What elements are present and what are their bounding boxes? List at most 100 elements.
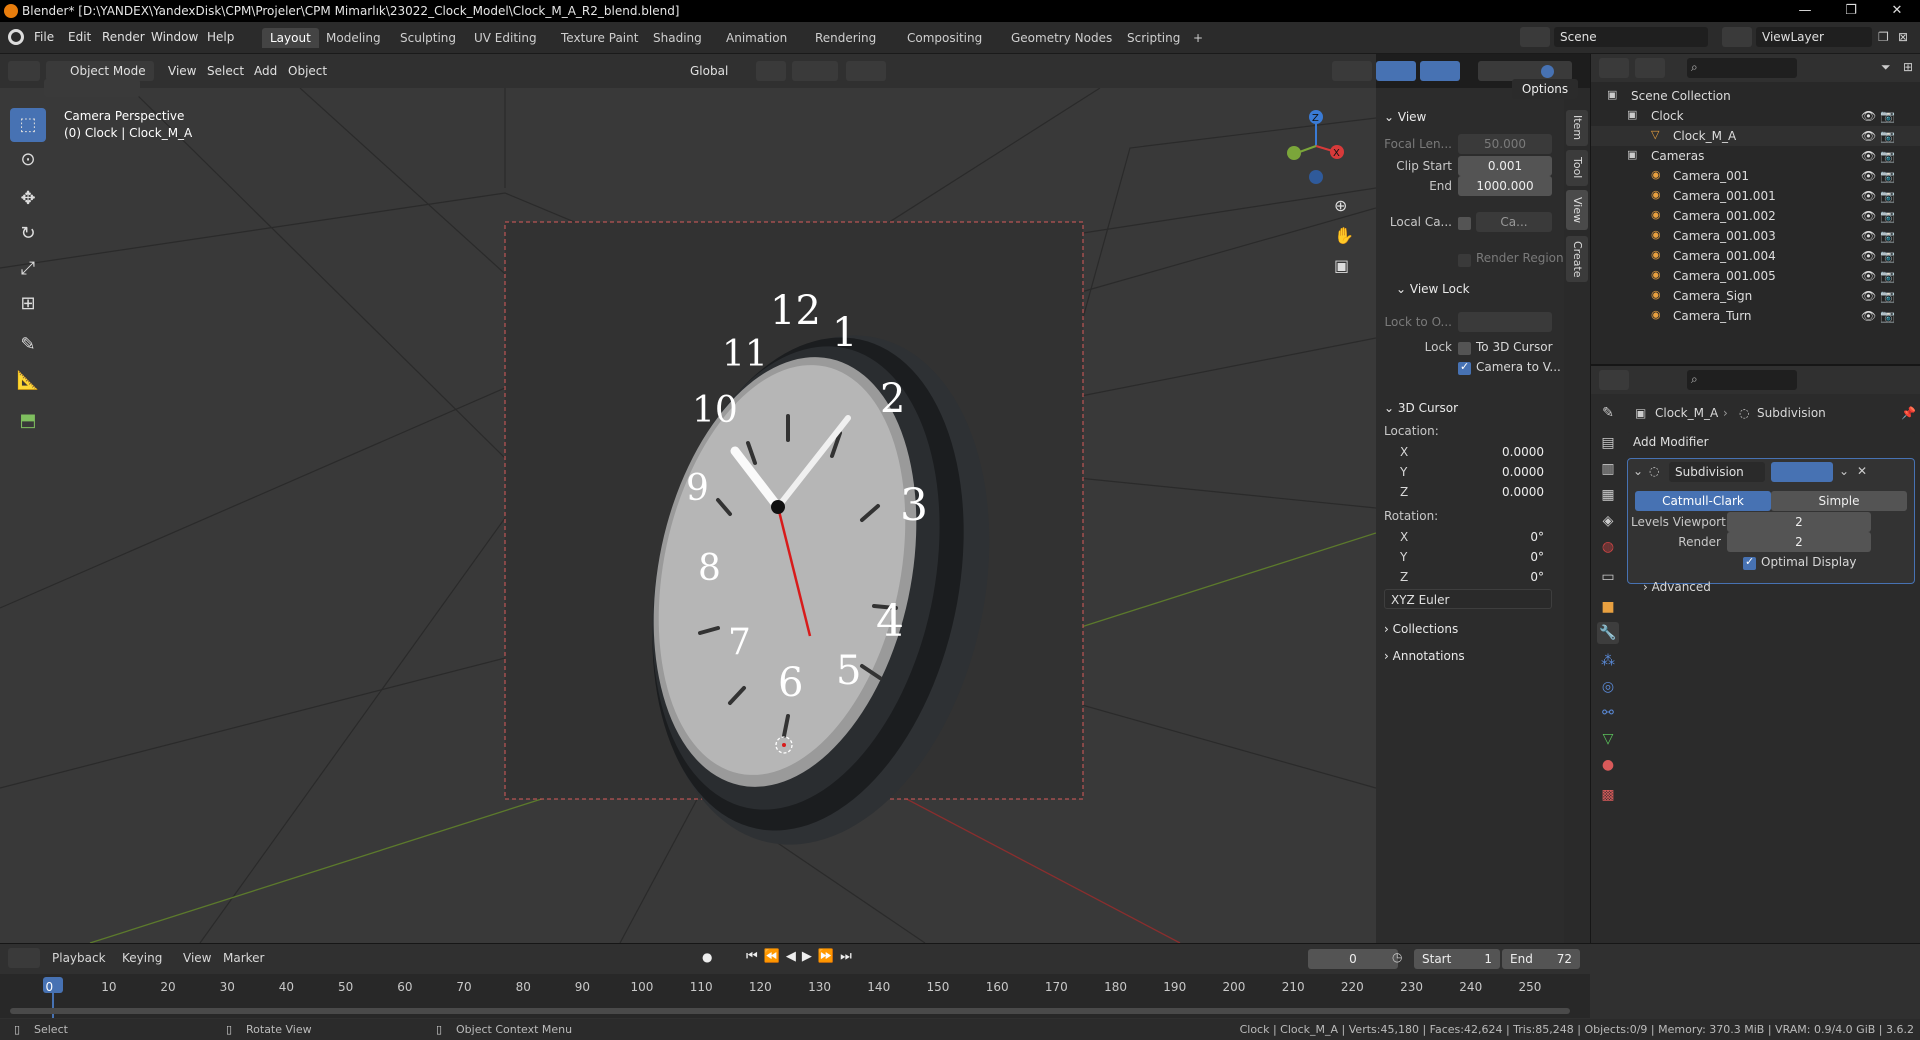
menu-keying[interactable]: Keying	[122, 951, 162, 965]
collection-properties-icon[interactable]: ▭	[1597, 566, 1619, 588]
cursor-x-field[interactable]: 0.0000	[1384, 442, 1552, 462]
menu-timeline-view[interactable]: View	[183, 951, 211, 965]
cursor-rot-x-field[interactable]: 0°	[1384, 527, 1552, 547]
output-properties-icon[interactable]: ▥	[1597, 458, 1619, 480]
outliner-editor-type-icon[interactable]	[1599, 58, 1629, 78]
clip-end-field[interactable]: 1000.000	[1458, 176, 1552, 196]
tab-create[interactable]: Create	[1566, 236, 1588, 282]
add-workspace-button[interactable]: +	[1185, 28, 1211, 48]
menu-marker[interactable]: Marker	[223, 951, 264, 965]
remove-view-layer-icon[interactable]: ⊠	[1898, 30, 1908, 44]
3d-cursor-header[interactable]: ⌄ 3D Cursor	[1384, 397, 1458, 419]
collapse-chevron-icon[interactable]: ⌄	[1633, 464, 1643, 478]
advanced-subpanel-header[interactable]: › Advanced	[1643, 580, 1711, 594]
tool-properties-icon[interactable]: ✎	[1597, 402, 1619, 424]
close-window-button[interactable]: ✕	[1874, 0, 1920, 22]
proportional-edit-icon[interactable]	[846, 61, 886, 81]
catmull-clark-button[interactable]: Catmull-Clark	[1635, 491, 1771, 511]
tab-layout[interactable]: Layout	[262, 28, 319, 48]
current-frame-field[interactable]: 0	[1308, 949, 1398, 969]
visibility-toggles[interactable]: 👁 📷 👁 📷 👁 📷 👁 📷 👁 📷 👁 📷 👁 📷 👁 📷 👁 📷 👁 📷 👁 📷	[1861, 106, 1920, 326]
texture-properties-icon[interactable]: ▩	[1597, 784, 1619, 806]
world-properties-icon[interactable]: ◍	[1597, 536, 1619, 558]
snap-icon[interactable]	[792, 61, 838, 81]
tab-shading[interactable]: Shading	[645, 28, 710, 48]
render-levels-field[interactable]: 2	[1727, 532, 1871, 552]
orientation-dropdown[interactable]: Global	[672, 61, 746, 81]
tab-animation[interactable]: Animation	[718, 28, 795, 48]
scene-selector-icon[interactable]	[1520, 27, 1550, 47]
particles-properties-icon[interactable]: ⁂	[1597, 650, 1619, 672]
new-view-layer-icon[interactable]: ❐	[1878, 30, 1889, 44]
properties-editor-type-icon[interactable]	[1599, 370, 1629, 390]
rotation-mode-dropdown[interactable]: XYZ Euler	[1384, 589, 1552, 609]
outliner-search-input[interactable]	[1687, 58, 1797, 78]
annotate-tool-icon[interactable]: ✎	[10, 328, 46, 362]
lock-to-object-field[interactable]	[1458, 312, 1552, 332]
view-layer-field[interactable]: ViewLayer	[1756, 27, 1872, 47]
data-properties-icon[interactable]: ▽	[1597, 728, 1619, 750]
rotate-tool-icon[interactable]: ↻	[10, 217, 46, 251]
mode-dropdown[interactable]: Object Mode	[46, 61, 154, 81]
tab-uv-editing[interactable]: UV Editing	[466, 28, 545, 48]
menu-playback[interactable]: Playback	[52, 951, 106, 965]
display-mode-icon[interactable]	[1635, 58, 1665, 78]
menu-render[interactable]: Render	[102, 30, 145, 44]
maximize-button[interactable]: ❐	[1828, 0, 1874, 22]
cursor-rot-z-field[interactable]: 0°	[1384, 567, 1552, 587]
playback-controls[interactable]: ⏮⏪◀▶⏩⏭	[746, 949, 858, 964]
menu-help[interactable]: Help	[207, 30, 234, 44]
move-tool-icon[interactable]: ✥	[10, 182, 46, 216]
view-section-header[interactable]: ⌄ View	[1384, 106, 1426, 128]
lock-to-cursor-checkbox[interactable]	[1458, 342, 1471, 355]
tab-sculpting[interactable]: Sculpting	[392, 28, 464, 48]
view-layer-properties-icon[interactable]: ▦	[1597, 484, 1619, 506]
levels-viewport-field[interactable]: 2	[1727, 512, 1871, 532]
camera-view-icon[interactable]: ▣	[1334, 256, 1349, 275]
pin-icon[interactable]: 📌	[1901, 406, 1916, 420]
tab-geometry-nodes[interactable]: Geometry Nodes	[1003, 28, 1120, 48]
menu-object[interactable]: Object	[288, 61, 327, 81]
menu-window[interactable]: Window	[151, 30, 198, 44]
add-modifier-dropdown[interactable]: Add Modifier	[1627, 432, 1915, 452]
material-preview-icon[interactable]	[1541, 65, 1554, 78]
editor-type-icon[interactable]	[8, 61, 40, 81]
render-properties-icon[interactable]: ▤	[1597, 432, 1619, 454]
collections-section-header[interactable]: › Collections	[1384, 618, 1458, 640]
cursor-rot-y-field[interactable]: 0°	[1384, 547, 1552, 567]
filter-icon[interactable]: ⏷	[1881, 60, 1891, 75]
transform-tool-icon[interactable]: ⊞	[10, 287, 46, 321]
menu-add[interactable]: Add	[254, 61, 277, 81]
clip-start-field[interactable]: 0.001	[1458, 156, 1552, 176]
end-frame-field[interactable]: End 72	[1502, 949, 1580, 969]
render-region-checkbox[interactable]	[1458, 254, 1471, 267]
new-collection-icon[interactable]: ⊞	[1903, 60, 1913, 74]
start-frame-field[interactable]: Start 1	[1414, 949, 1500, 969]
annotations-section-header[interactable]: › Annotations	[1384, 645, 1465, 667]
minimize-button[interactable]: —	[1782, 0, 1828, 22]
pan-hand-icon[interactable]: ✋	[1334, 226, 1354, 245]
auto-keying-icon[interactable]: ●	[702, 950, 712, 964]
tab-view[interactable]: View	[1566, 190, 1588, 230]
modifier-properties-icon[interactable]: 🔧	[1597, 622, 1619, 644]
3d-viewport[interactable]: 12 1 2 3 4 5 6 7 8 9 10 11 Camera Perspe…	[0, 88, 1376, 943]
optimal-display-checkbox[interactable]	[1743, 555, 1756, 570]
pivot-icon[interactable]	[756, 61, 786, 81]
modifier-menu-chevron-icon[interactable]: ⌄	[1839, 464, 1849, 478]
scale-tool-icon[interactable]: ⤢	[10, 252, 46, 286]
tab-scripting[interactable]: Scripting	[1119, 28, 1188, 48]
menu-select[interactable]: Select	[207, 61, 244, 81]
properties-search-input[interactable]	[1687, 370, 1797, 390]
menu-edit[interactable]: Edit	[68, 30, 91, 44]
xray-icon[interactable]	[1420, 61, 1460, 81]
menu-view[interactable]: View	[168, 61, 196, 81]
measure-tool-icon[interactable]: 📐	[10, 364, 46, 398]
local-camera-field[interactable]: Ca...	[1476, 212, 1552, 232]
blender-menu-icon[interactable]	[8, 29, 24, 45]
cursor-y-field[interactable]: 0.0000	[1384, 462, 1552, 482]
options-dropdown[interactable]: Options	[1512, 79, 1578, 99]
select-box-tool-icon[interactable]: ⬚	[10, 108, 46, 142]
tab-tool[interactable]: Tool	[1566, 150, 1588, 186]
material-properties-icon[interactable]: ●	[1597, 754, 1619, 776]
menu-file[interactable]: File	[34, 30, 54, 44]
